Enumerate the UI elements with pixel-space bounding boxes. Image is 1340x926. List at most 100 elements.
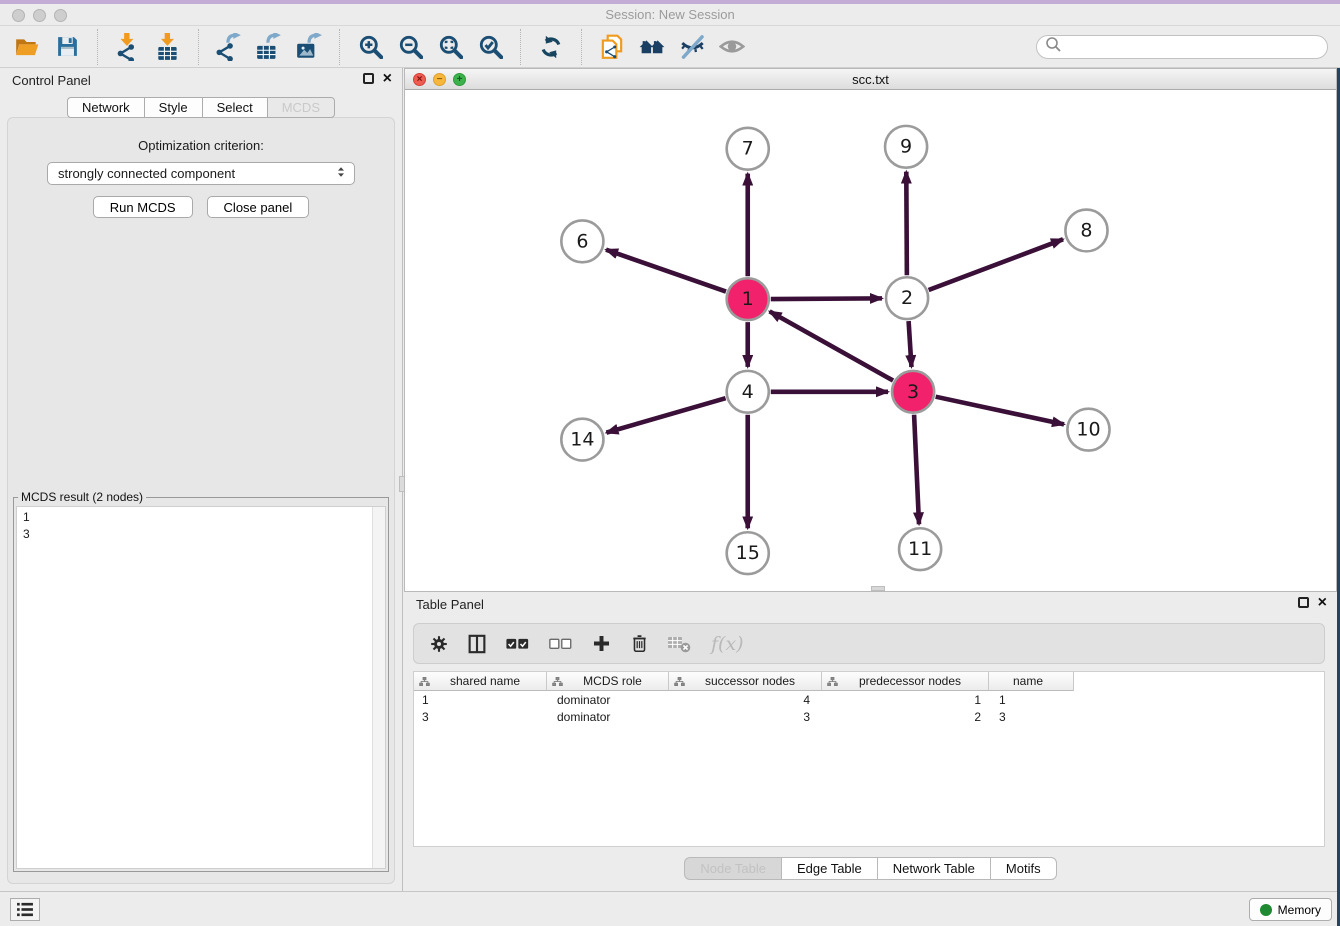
node-11[interactable]: 11 bbox=[899, 528, 941, 570]
node-10[interactable]: 10 bbox=[1067, 409, 1109, 451]
copy-network-icon[interactable] bbox=[597, 31, 627, 63]
close-panel-button[interactable]: Close panel bbox=[207, 196, 310, 218]
node-label: 15 bbox=[736, 542, 760, 564]
node-14[interactable]: 14 bbox=[561, 419, 603, 461]
tab-mcds[interactable]: MCDS bbox=[267, 97, 335, 118]
tab-node-table[interactable]: Node Table bbox=[684, 857, 781, 880]
edge-3-10[interactable] bbox=[936, 397, 1064, 425]
table-row[interactable]: 1dominator411 bbox=[414, 691, 1324, 708]
node-6[interactable]: 6 bbox=[561, 220, 603, 262]
table-cell[interactable]: 3 bbox=[669, 710, 822, 724]
export-table-icon[interactable] bbox=[254, 31, 284, 63]
edge-3-11[interactable] bbox=[914, 415, 919, 525]
column-header-label: name bbox=[989, 674, 1073, 688]
criterion-selected-value: strongly connected component bbox=[58, 166, 334, 181]
zoom-in-icon[interactable] bbox=[355, 31, 385, 63]
search-icon bbox=[1045, 36, 1061, 57]
run-mcds-button[interactable]: Run MCDS bbox=[93, 196, 193, 218]
float-panel-icon[interactable] bbox=[363, 73, 374, 84]
edge-3-1[interactable] bbox=[770, 311, 893, 380]
table-cell[interactable]: 1 bbox=[989, 693, 1074, 707]
export-network-icon[interactable] bbox=[214, 31, 244, 63]
control-panel: Control Panel × NetworkStyleSelectMCDS O… bbox=[0, 68, 403, 891]
mcds-result-legend: MCDS result (2 nodes) bbox=[18, 490, 146, 504]
column-header-predecessor-nodes[interactable]: predecessor nodes bbox=[822, 672, 989, 691]
close-table-panel-icon[interactable]: × bbox=[1318, 597, 1327, 608]
tab-style[interactable]: Style bbox=[144, 97, 202, 118]
table-cell[interactable]: 2 bbox=[822, 710, 989, 724]
mcds-result-fieldset: MCDS result (2 nodes) 13 bbox=[13, 490, 389, 872]
zoom-out-icon[interactable] bbox=[395, 31, 425, 63]
save-session-icon[interactable] bbox=[52, 31, 82, 63]
edge-2-9[interactable] bbox=[906, 172, 907, 276]
zoom-fit-icon[interactable] bbox=[435, 31, 465, 63]
node-8[interactable]: 8 bbox=[1065, 210, 1107, 252]
network-window-titlebar[interactable]: × − + scc.txt bbox=[405, 69, 1336, 90]
table-cell[interactable]: dominator bbox=[547, 693, 669, 707]
node-1[interactable]: 1 bbox=[727, 278, 769, 320]
memory-button[interactable]: Memory bbox=[1249, 898, 1332, 921]
criterion-select[interactable]: strongly connected component bbox=[47, 162, 355, 185]
node-9[interactable]: 9 bbox=[885, 126, 927, 168]
edge-1-2[interactable] bbox=[771, 298, 882, 299]
tab-motifs[interactable]: Motifs bbox=[990, 857, 1057, 880]
edge-2-8[interactable] bbox=[929, 239, 1063, 290]
table-cell[interactable]: dominator bbox=[547, 710, 669, 724]
unchecked-boxes-icon[interactable] bbox=[549, 638, 572, 650]
node-3[interactable]: 3 bbox=[892, 371, 934, 413]
result-scrollbar[interactable] bbox=[372, 507, 385, 868]
gear-icon[interactable] bbox=[430, 635, 448, 653]
add-row-icon[interactable] bbox=[592, 634, 611, 653]
select-stepper-icon bbox=[334, 165, 348, 182]
toolbar-separator bbox=[339, 29, 340, 65]
table-cell[interactable]: 4 bbox=[669, 693, 822, 707]
tree-icon bbox=[827, 677, 838, 686]
column-header-shared-name[interactable]: shared name bbox=[414, 672, 547, 691]
refresh-icon[interactable] bbox=[536, 31, 566, 63]
export-image-icon[interactable] bbox=[294, 31, 324, 63]
task-history-button[interactable] bbox=[10, 898, 40, 921]
node-15[interactable]: 15 bbox=[727, 532, 769, 574]
column-header-successor-nodes[interactable]: successor nodes bbox=[669, 672, 822, 691]
edge-1-6[interactable] bbox=[606, 250, 726, 292]
show-all-icon[interactable] bbox=[717, 31, 747, 63]
node-2[interactable]: 2 bbox=[886, 277, 928, 319]
open-session-icon[interactable] bbox=[12, 31, 42, 63]
table-cell[interactable]: 1 bbox=[414, 693, 547, 707]
table-row[interactable]: 3dominator323 bbox=[414, 708, 1324, 725]
mcds-result-area[interactable]: 13 bbox=[16, 506, 386, 869]
node-label: 6 bbox=[576, 230, 588, 252]
function-builder-icon[interactable]: f(x) bbox=[711, 633, 744, 655]
zoom-selected-icon[interactable] bbox=[475, 31, 505, 63]
column-header-name[interactable]: name bbox=[989, 672, 1074, 691]
two-houses-icon[interactable] bbox=[637, 31, 667, 63]
import-table-icon[interactable] bbox=[153, 31, 183, 63]
node-7[interactable]: 7 bbox=[727, 128, 769, 170]
optimization-criterion-label: Optimization criterion: bbox=[8, 138, 394, 153]
columns-icon[interactable] bbox=[468, 634, 486, 654]
column-header-MCDS-role[interactable]: MCDS role bbox=[547, 672, 669, 691]
node-table: shared nameMCDS rolesuccessor nodesprede… bbox=[413, 671, 1325, 847]
network-resize-grip[interactable] bbox=[871, 586, 885, 591]
node-4[interactable]: 4 bbox=[727, 371, 769, 413]
edge-2-3[interactable] bbox=[909, 321, 912, 367]
network-canvas[interactable]: 7 9 6 8 1 2 4 3 14 10 15 11 bbox=[405, 91, 1336, 591]
delete-table-icon[interactable] bbox=[668, 634, 691, 653]
float-table-panel-icon[interactable] bbox=[1298, 597, 1309, 608]
edge-4-14[interactable] bbox=[606, 398, 725, 432]
search-input-container[interactable] bbox=[1036, 35, 1328, 59]
table-cell[interactable]: 3 bbox=[989, 710, 1074, 724]
hide-selected-icon[interactable] bbox=[677, 31, 707, 63]
tab-select[interactable]: Select bbox=[202, 97, 267, 118]
mcds-result-line: 1 bbox=[23, 509, 379, 526]
close-panel-icon[interactable]: × bbox=[383, 73, 392, 84]
import-network-icon[interactable] bbox=[113, 31, 143, 63]
search-input[interactable] bbox=[1066, 38, 1319, 55]
checked-boxes-icon[interactable] bbox=[506, 638, 529, 650]
trash-icon[interactable] bbox=[631, 634, 648, 653]
tab-network-table[interactable]: Network Table bbox=[877, 857, 990, 880]
tab-edge-table[interactable]: Edge Table bbox=[781, 857, 877, 880]
tab-network[interactable]: Network bbox=[67, 97, 144, 118]
table-cell[interactable]: 3 bbox=[414, 710, 547, 724]
table-cell[interactable]: 1 bbox=[822, 693, 989, 707]
